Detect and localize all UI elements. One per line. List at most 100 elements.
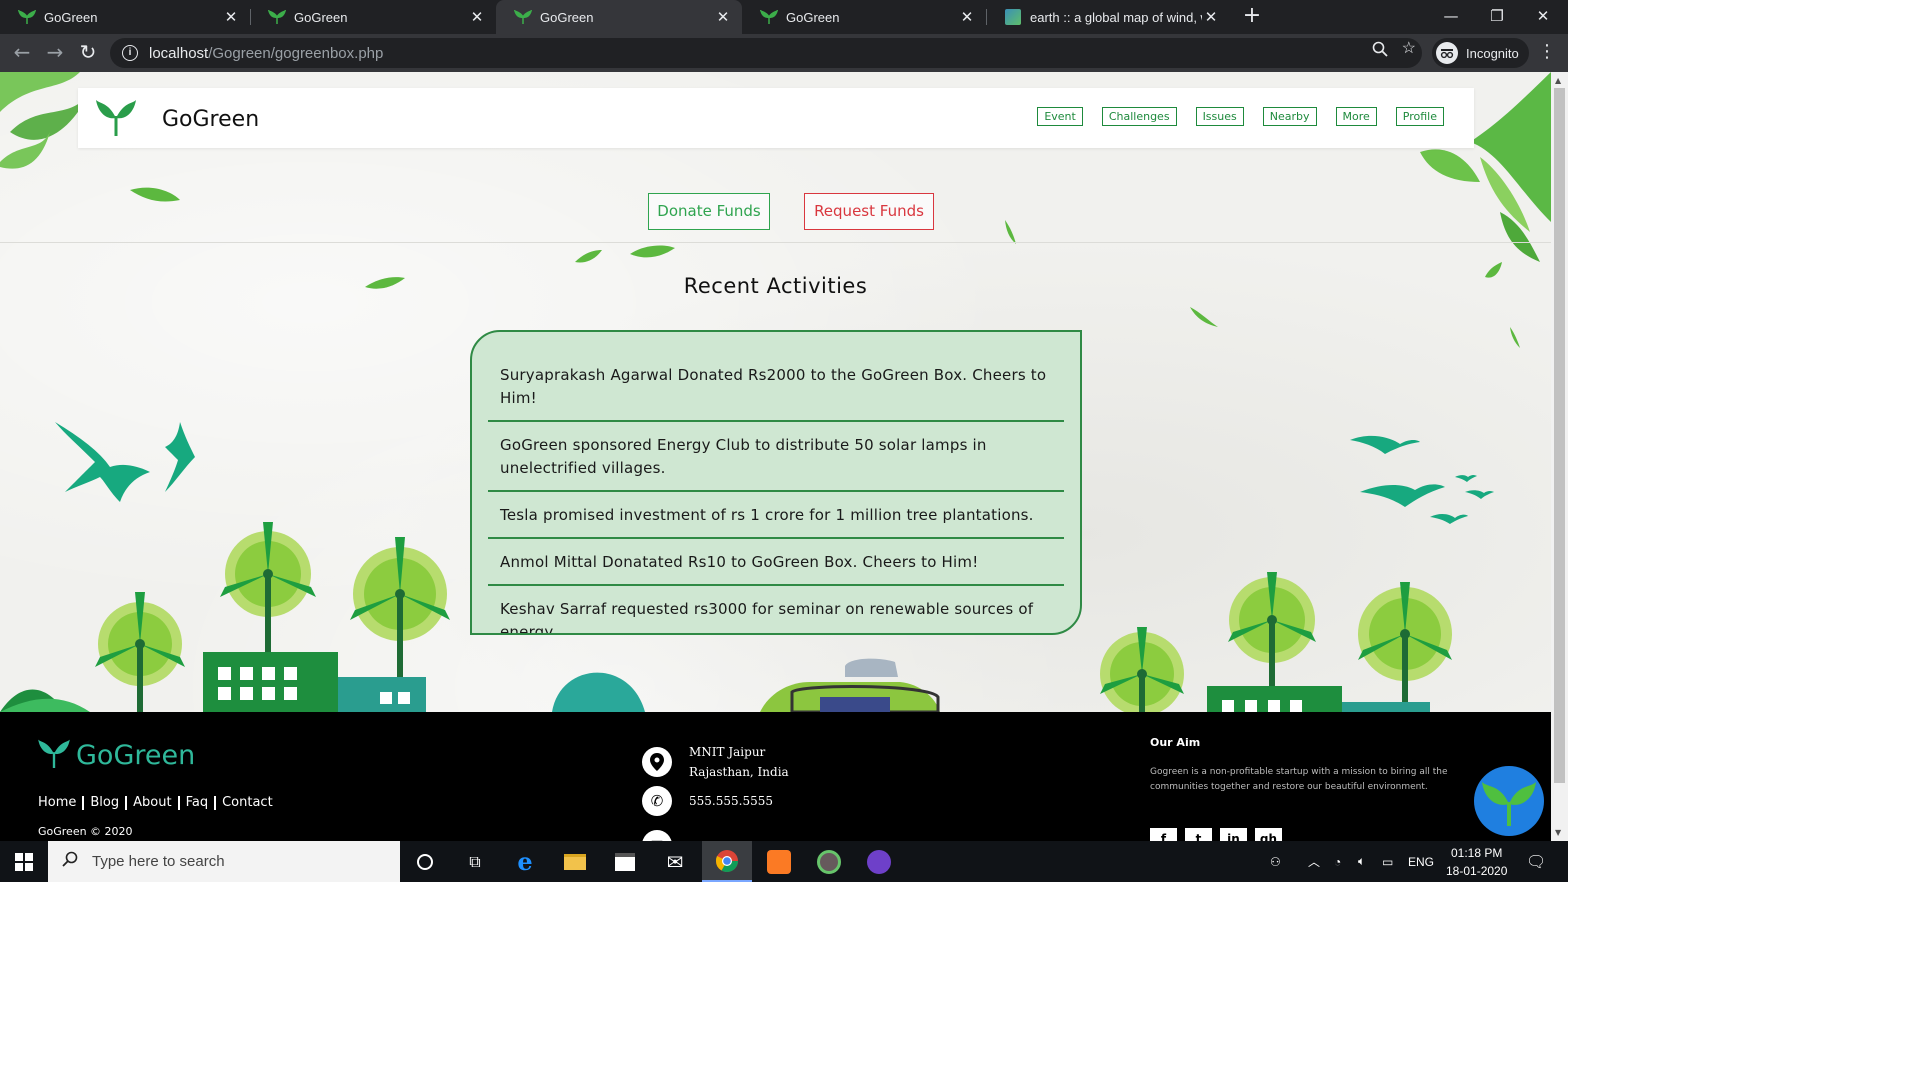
footer-about-link[interactable]: About xyxy=(125,796,177,810)
email-row: ✉ xyxy=(642,830,689,841)
close-tab-icon[interactable]: ✕ xyxy=(958,8,976,26)
github-icon[interactable]: gh xyxy=(1255,828,1282,841)
new-tab-button[interactable]: + xyxy=(1240,5,1264,29)
footer-links: Home Blog About Faq Contact xyxy=(38,796,279,810)
address-bar[interactable]: i localhost/Gogreen/gogreenbox.php ☆ xyxy=(110,38,1422,68)
social-links: f t in gh xyxy=(1150,828,1282,841)
aim-title: Our Aim xyxy=(1150,736,1201,749)
bookmark-star-icon[interactable]: ☆ xyxy=(1402,41,1416,62)
request-funds-button[interactable]: Request Funds xyxy=(804,193,934,230)
taskbar-search-box[interactable]: Type here to search xyxy=(48,841,400,882)
footer-aim: Our Aim Gogreen is a non-profitable star… xyxy=(1150,736,1450,795)
nav-challenges-link[interactable]: Challenges xyxy=(1101,107,1177,126)
browser-tab[interactable]: earth :: a global map of wind, we ✕ xyxy=(986,0,1230,34)
brand-name: GoGreen xyxy=(162,106,260,132)
nav-nearby-link[interactable]: Nearby xyxy=(1262,107,1317,126)
footer-home-link[interactable]: Home xyxy=(38,796,82,810)
windows-taskbar: Type here to search ⧉ e ✉ ⚇ ︿ ◔ 🔈︎ ▭ ENG… xyxy=(0,841,1568,882)
gogreen-favicon-icon xyxy=(760,8,778,26)
task-view-icon[interactable]: ⧉ xyxy=(450,841,500,882)
cortana-circle-icon[interactable] xyxy=(400,841,450,882)
nav-more-link[interactable]: More xyxy=(1335,107,1377,126)
footer-faq-link[interactable]: Faq xyxy=(177,796,215,810)
browser-tab[interactable]: GoGreen ✕ xyxy=(0,0,251,34)
file-explorer-icon[interactable] xyxy=(550,841,600,882)
action-center-icon[interactable]: 🗨︎ xyxy=(1526,841,1546,882)
reload-icon[interactable]: ↻ xyxy=(77,42,99,64)
windows-logo-icon xyxy=(15,852,33,871)
scroll-thumb[interactable] xyxy=(1554,88,1565,783)
site-brand[interactable]: GoGreen xyxy=(96,98,259,140)
activity-item: Suryaprakash Agarwal Donated Rs2000 to t… xyxy=(488,332,1064,422)
xampp-icon[interactable] xyxy=(754,841,804,882)
system-clock[interactable]: 01:18 PM 18-01-2020 xyxy=(1446,844,1507,880)
clock-date: 18-01-2020 xyxy=(1446,864,1508,878)
battery-icon[interactable]: ▭ xyxy=(1382,841,1393,882)
restore-button[interactable]: ❐ xyxy=(1474,0,1520,34)
network-wifi-icon[interactable]: ◔ xyxy=(1334,841,1341,882)
activities-list[interactable]: Suryaprakash Agarwal Donated Rs2000 to t… xyxy=(470,330,1082,635)
close-tab-icon[interactable]: ✕ xyxy=(1202,8,1220,26)
browser-menu-icon[interactable]: ⋮ xyxy=(1538,42,1556,62)
store-icon[interactable] xyxy=(600,841,650,882)
volume-muted-icon[interactable]: 🔈︎ xyxy=(1358,841,1365,882)
tab-title: GoGreen xyxy=(540,9,594,25)
minimize-button[interactable]: — xyxy=(1428,0,1474,34)
earth-favicon-icon xyxy=(1004,8,1022,26)
windows-start-button[interactable] xyxy=(0,841,48,882)
edge-browser-icon[interactable]: e xyxy=(500,841,550,882)
close-tab-icon[interactable]: ✕ xyxy=(222,8,240,26)
activity-item: Anmol Mittal Donatated Rs10 to GoGreen B… xyxy=(488,539,1064,586)
location-pin-icon xyxy=(642,747,672,777)
twitter-icon[interactable]: t xyxy=(1185,828,1212,841)
phone-number[interactable]: 555.555.5555 xyxy=(689,791,773,811)
scroll-down-arrow-icon[interactable]: ▼ xyxy=(1555,828,1561,837)
activity-item: Tesla promised investment of rs 1 crore … xyxy=(488,492,1064,539)
tab-title: GoGreen xyxy=(294,9,348,25)
incognito-profile-button[interactable]: Incognito xyxy=(1432,38,1529,68)
url-path: /Gogreen/gogreenbox.php xyxy=(208,44,384,62)
chrome-icon[interactable] xyxy=(702,841,752,882)
close-tab-icon[interactable]: ✕ xyxy=(468,8,486,26)
close-tab-icon[interactable]: ✕ xyxy=(714,8,732,26)
nav-profile-link[interactable]: Profile xyxy=(1395,107,1444,126)
close-window-button[interactable]: ✕ xyxy=(1520,0,1566,34)
tab-title: earth :: a global map of wind, we xyxy=(1030,9,1202,25)
browser-tab[interactable]: GoGreen ✕ xyxy=(742,0,987,34)
mail-icon[interactable]: ✉ xyxy=(650,841,700,882)
facebook-icon[interactable]: f xyxy=(1150,828,1177,841)
page-viewport: GoGreen Event Challenges Issues Nearby M… xyxy=(0,72,1551,841)
floating-logo-button[interactable] xyxy=(1474,766,1544,836)
input-language[interactable]: ENG xyxy=(1408,841,1434,882)
gogreen-favicon-icon xyxy=(18,8,36,26)
site-info-icon[interactable]: i xyxy=(122,45,138,61)
back-arrow-icon[interactable]: ← xyxy=(11,42,33,64)
tab-strip: GoGreen ✕ GoGreen ✕ GoGreen ✕ GoGreen ✕ … xyxy=(0,0,1568,34)
footer-copyright: GoGreen © 2020 xyxy=(38,825,133,838)
footer-blog-link[interactable]: Blog xyxy=(82,796,125,810)
nav-issues-link[interactable]: Issues xyxy=(1195,107,1244,126)
browser-tab[interactable]: GoGreen ✕ xyxy=(250,0,496,34)
tab-title: GoGreen xyxy=(44,9,98,25)
search-placeholder: Type here to search xyxy=(92,853,225,870)
browser-tab-active[interactable]: GoGreen ✕ xyxy=(496,0,742,34)
page-scrollbar[interactable]: ▲ ▼ xyxy=(1551,72,1568,841)
footer-contact-link[interactable]: Contact xyxy=(214,796,279,810)
forward-arrow-icon[interactable]: → xyxy=(44,42,66,64)
address-row: MNIT Jaipur Rajasthan, India xyxy=(642,742,789,782)
nav-event-link[interactable]: Event xyxy=(1037,107,1083,126)
people-icon[interactable]: ⚇ xyxy=(1270,841,1281,882)
show-hidden-icons-chevron-icon[interactable]: ︿ xyxy=(1308,841,1320,882)
linkedin-icon[interactable]: in xyxy=(1220,828,1247,841)
activity-item: Keshav Sarraf requested rs3000 for semin… xyxy=(500,600,1034,635)
gogreen-favicon-icon xyxy=(268,8,286,26)
footer-brand-name: GoGreen xyxy=(76,739,196,771)
envelope-icon: ✉ xyxy=(642,830,672,841)
atom-icon[interactable] xyxy=(804,841,854,882)
tab-title: GoGreen xyxy=(786,9,840,25)
zoom-search-icon[interactable] xyxy=(1372,41,1388,62)
github-desktop-icon[interactable] xyxy=(854,841,904,882)
scroll-up-arrow-icon[interactable]: ▲ xyxy=(1555,76,1561,85)
donate-funds-button[interactable]: Donate Funds xyxy=(648,193,770,230)
footer-brand[interactable]: GoGreen xyxy=(38,738,195,772)
